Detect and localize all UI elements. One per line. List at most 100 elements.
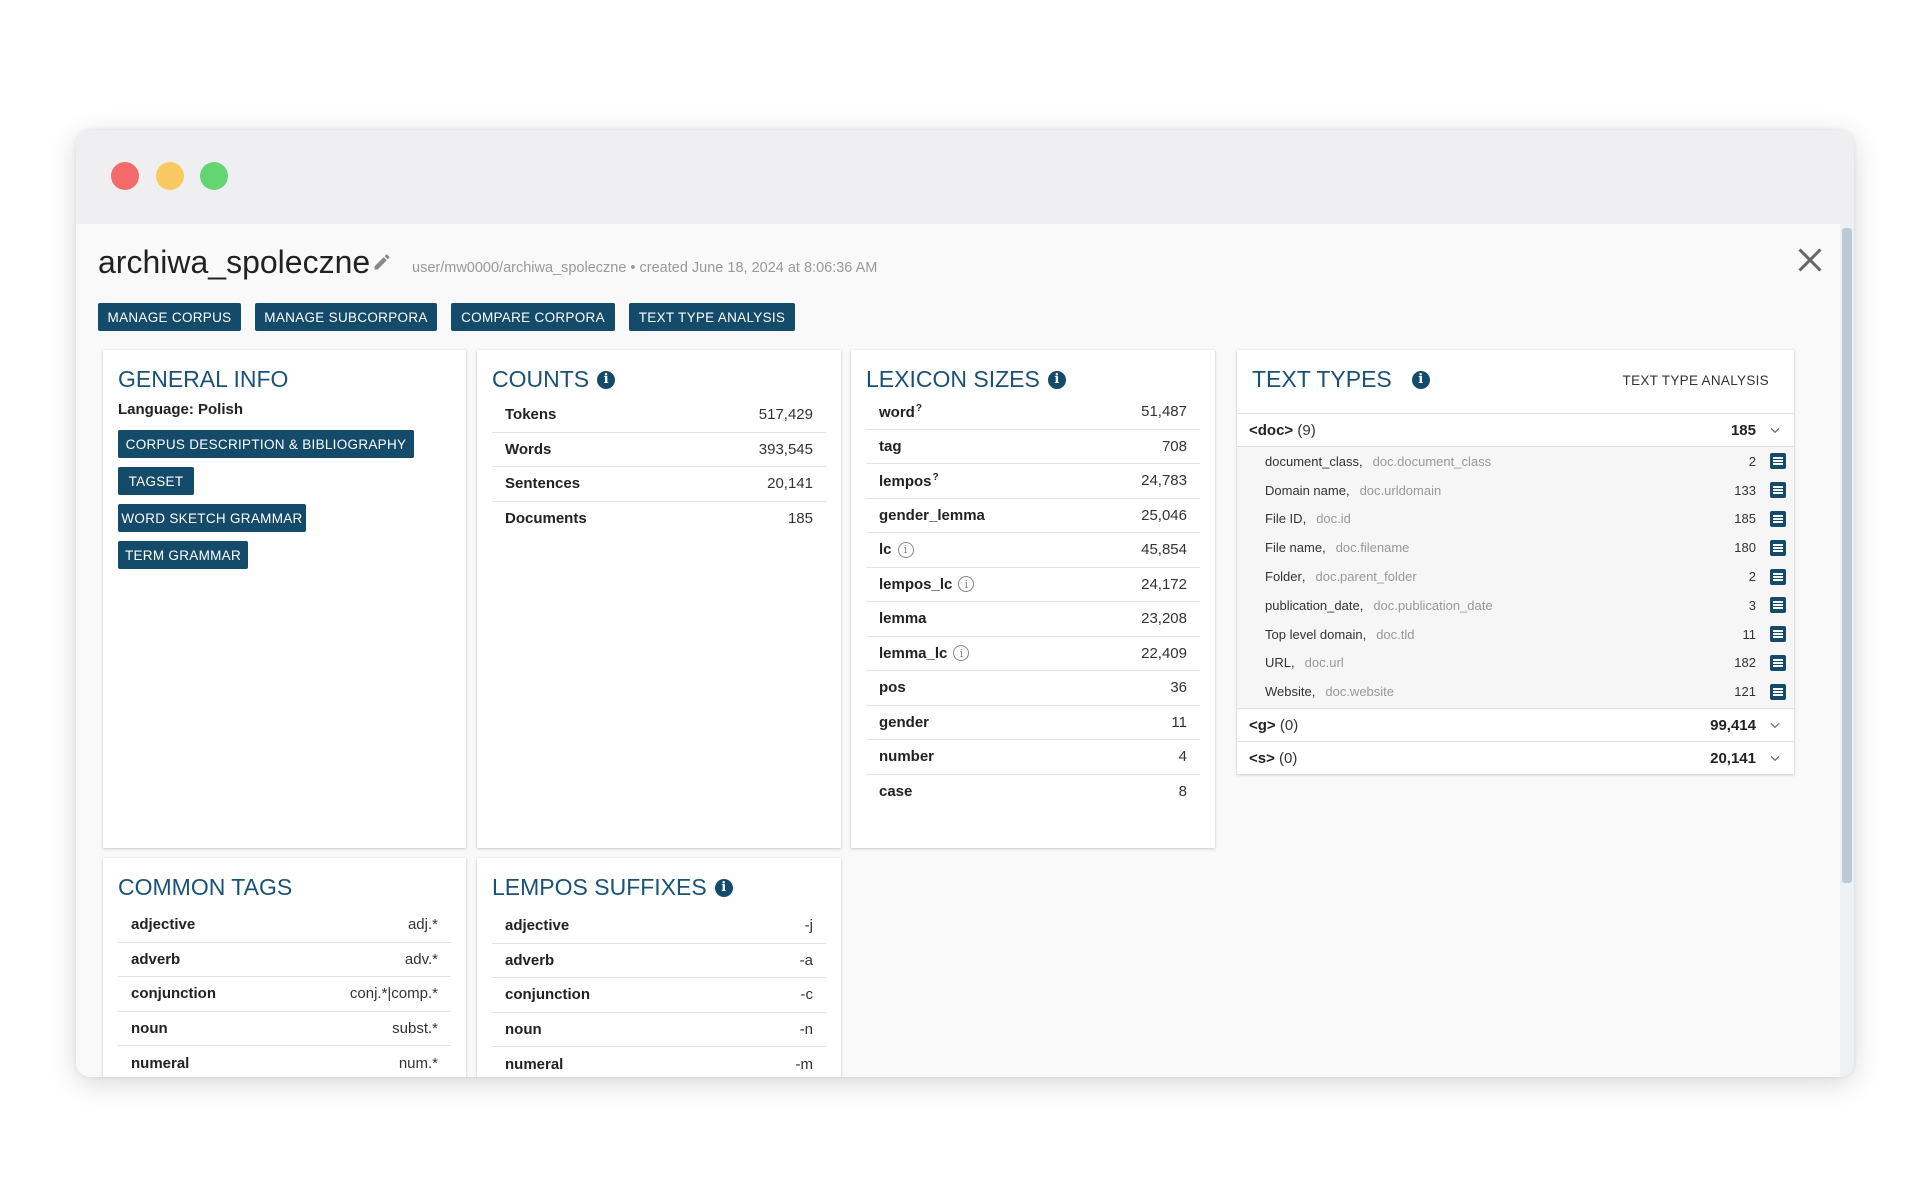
- lexicon-row: tag 708: [866, 430, 1200, 464]
- lexicon-label: lempos?: [879, 471, 939, 490]
- suffix-row: noun -n: [492, 1013, 826, 1047]
- info-icon[interactable]: i: [1047, 370, 1066, 389]
- text-types-card: TEXT TYPES i TEXT TYPE ANALYSIS <doc> (9…: [1237, 350, 1794, 774]
- lexicon-row: lemma_lc i 22,409: [866, 637, 1200, 671]
- list-icon[interactable]: [1770, 683, 1786, 700]
- tag-label: noun: [131, 1019, 168, 1037]
- count-label: Tokens: [505, 406, 557, 424]
- info-icon[interactable]: i: [597, 370, 616, 389]
- suffix-value: -m: [795, 1055, 814, 1073]
- info-circle-icon[interactable]: i: [953, 645, 970, 662]
- lexicon-label: tag: [879, 437, 902, 455]
- count-label: Documents: [505, 510, 587, 528]
- lexicon-value: 11: [1171, 713, 1187, 731]
- vertical-scrollbar[interactable]: [1840, 224, 1854, 1077]
- lexicon-row: case 8: [866, 775, 1200, 810]
- lexicon-value: 23,208: [1141, 610, 1187, 628]
- counts-card: COUNTS i Tokens 517,429 Words 393,545 Sent…: [477, 350, 841, 848]
- corpus-description-button[interactable]: CORPUS DESCRIPTION & BIBLIOGRAPHY: [118, 430, 414, 458]
- attribute-row: publication_date, doc.publication_date 3: [1237, 591, 1794, 620]
- lexicon-value: 25,046: [1141, 506, 1187, 524]
- structure-row-s[interactable]: <s> (0) 20,141: [1237, 741, 1794, 774]
- corpus-name: archiwa_spoleczne: [98, 244, 371, 280]
- pencil-icon[interactable]: [372, 252, 392, 272]
- tag-value: subst.*: [392, 1019, 438, 1037]
- count-value: 517,429: [758, 406, 813, 424]
- app-window: archiwa_spoleczne user/mw0000/archiwa_sp…: [76, 130, 1854, 1077]
- count-label: Sentences: [505, 475, 581, 493]
- attribute-row: Domain name, doc.urldomain 133: [1237, 476, 1794, 505]
- list-icon[interactable]: [1770, 453, 1786, 470]
- suffix-value: -a: [799, 951, 813, 969]
- list-icon[interactable]: [1770, 654, 1786, 671]
- tag-value: conj.*|comp.*: [349, 985, 438, 1003]
- lexicon-value: 36: [1170, 679, 1187, 697]
- corpus-dashboard: archiwa_spoleczne user/mw0000/archiwa_sp…: [76, 224, 1840, 1077]
- tag-value: adv.*: [404, 950, 438, 968]
- list-icon[interactable]: [1770, 510, 1786, 527]
- chevron-down-icon[interactable]: [1768, 751, 1782, 765]
- text-type-analysis-button[interactable]: TEXT TYPE ANALYSIS: [629, 303, 795, 331]
- help-marker[interactable]: ?: [933, 472, 939, 483]
- manage-corpus-button[interactable]: MANAGE CORPUS: [98, 303, 241, 331]
- close-icon[interactable]: [1792, 242, 1828, 278]
- info-circle-icon[interactable]: i: [897, 541, 914, 558]
- info-circle-icon[interactable]: i: [958, 576, 975, 593]
- lexicon-value: 22,409: [1141, 644, 1187, 662]
- lexicon-row: gender 11: [866, 706, 1200, 740]
- maximize-window-dot[interactable]: [200, 162, 228, 190]
- lexicon-value: 45,854: [1141, 541, 1187, 559]
- attribute-row: Top level domain, doc.tld 11: [1237, 620, 1794, 649]
- lexicon-row: lempos_lc i 24,172: [866, 568, 1200, 602]
- structure-row-g[interactable]: <g> (0) 99,414: [1237, 708, 1794, 741]
- common-tags-card: COMMON TAGS adjective adj.* adverb adv.* c…: [103, 858, 466, 1077]
- info-icon[interactable]: i: [1411, 370, 1430, 389]
- lexicon-row: pos 36: [866, 671, 1200, 706]
- lexicon-value: 51,487: [1141, 403, 1187, 421]
- attribute-row: File ID, doc.id 185: [1237, 505, 1794, 534]
- lexicon-label: lc i: [879, 541, 914, 558]
- corpus-meta: user/mw0000/archiwa_spoleczne • created …: [412, 260, 878, 276]
- lexicon-list: word? 51,487 tag 708 lempos? 24,783 gender_…: [866, 395, 1200, 809]
- list-icon[interactable]: [1770, 568, 1786, 585]
- term-grammar-button[interactable]: TERM GRAMMAR: [118, 541, 248, 569]
- text-types-title: TEXT TYPES i: [1252, 366, 1430, 393]
- doc-attribute-list: document_class, doc.document_class 2 Domai…: [1237, 446, 1794, 708]
- attribute-row: URL, doc.url 182: [1237, 649, 1794, 678]
- info-icon[interactable]: i: [714, 878, 733, 897]
- suffix-value: -j: [804, 917, 813, 935]
- structure-name: <doc> (9): [1249, 421, 1316, 439]
- structure-row-doc[interactable]: <doc> (9) 185: [1237, 413, 1794, 446]
- list-icon[interactable]: [1770, 482, 1786, 499]
- chevron-down-icon[interactable]: [1768, 423, 1782, 437]
- manage-subcorpora-button[interactable]: MANAGE SUBCORPORA: [255, 303, 437, 331]
- attribute-row: File name, doc.filename 180: [1237, 533, 1794, 562]
- list-icon[interactable]: [1770, 539, 1786, 556]
- close-window-dot[interactable]: [111, 162, 139, 190]
- compare-corpora-button[interactable]: COMPARE CORPORA: [451, 303, 615, 331]
- chevron-down-icon[interactable]: [1768, 718, 1782, 732]
- lexicon-sizes-card: LEXICON SIZES i word? 51,487 tag 708 lempo…: [851, 350, 1215, 848]
- suffix-row: conjunction -c: [492, 978, 826, 1013]
- tag-row: conjunction conj.*|comp.*: [118, 977, 451, 1012]
- word-sketch-grammar-button[interactable]: WORD SKETCH GRAMMAR: [118, 504, 306, 532]
- list-icon[interactable]: [1770, 597, 1786, 614]
- structure-total: 99,414: [1710, 717, 1782, 734]
- scrollbar-thumb[interactable]: [1842, 228, 1852, 883]
- attribute-row: Website, doc.website 121: [1237, 677, 1794, 706]
- tag-value: adj.*: [407, 916, 438, 934]
- attribute-row: document_class, doc.document_class 2: [1237, 447, 1794, 476]
- common-tags-title: COMMON TAGS: [118, 874, 293, 900]
- lexicon-label: number: [879, 748, 935, 766]
- tagset-button[interactable]: TAGSET: [118, 467, 194, 495]
- structure-name: <g> (0): [1249, 716, 1299, 734]
- tag-label: numeral: [131, 1054, 190, 1072]
- minimize-window-dot[interactable]: [156, 162, 184, 190]
- help-marker[interactable]: ?: [916, 403, 922, 414]
- structure-total: 20,141: [1710, 750, 1782, 767]
- text-type-analysis-link[interactable]: TEXT TYPE ANALYSIS: [1623, 373, 1769, 388]
- lexicon-value: 24,783: [1141, 472, 1187, 490]
- list-icon[interactable]: [1770, 626, 1786, 643]
- lexicon-label: lempos_lc i: [879, 576, 975, 593]
- lexicon-value: 24,172: [1141, 575, 1187, 593]
